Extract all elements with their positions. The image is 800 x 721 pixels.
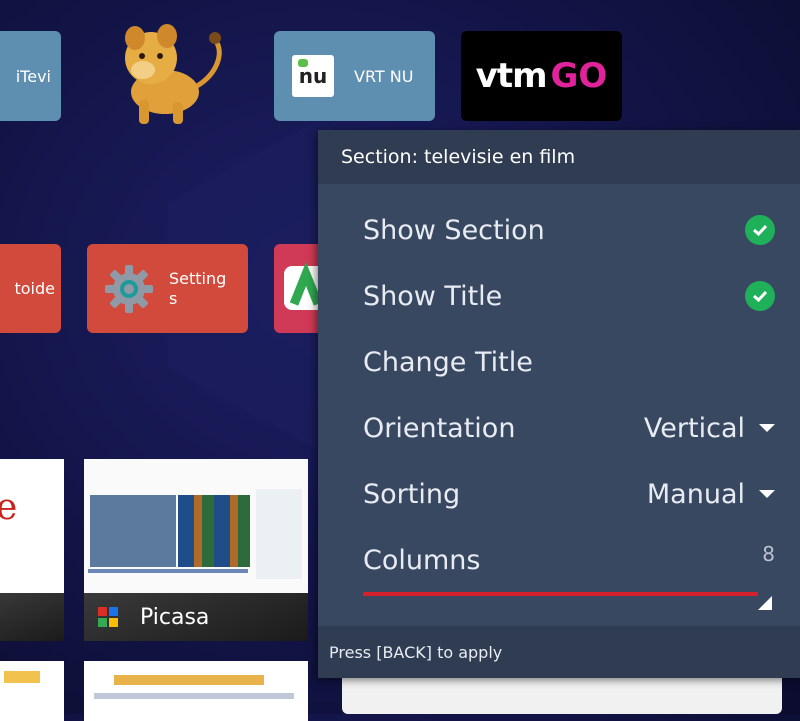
thumb-picasa[interactable]: Picasa	[84, 459, 308, 641]
slider-thumb[interactable]	[758, 596, 772, 610]
columns-value: 8	[762, 542, 775, 566]
tile-mitevi-label: iTevi	[15, 66, 51, 86]
vtm-logo-text: vtm	[475, 56, 548, 96]
row-show-title[interactable]: Show Title	[363, 270, 775, 322]
row-change-title[interactable]: Change Title	[363, 336, 775, 388]
tile-settings-label: Setting s	[169, 268, 227, 308]
lion-cub-icon	[125, 24, 222, 124]
caret-down-icon	[759, 490, 775, 498]
sorting-value: Manual	[646, 478, 745, 510]
tile-lion-king[interactable]	[87, 22, 247, 126]
thumb-google[interactable]: e	[0, 459, 64, 641]
tile-aptoide[interactable]: toide	[0, 244, 61, 333]
caret-down-icon	[759, 424, 775, 432]
thumb-web-1[interactable]	[0, 661, 64, 721]
picasa-logo-icon	[98, 607, 118, 627]
footer-hint: Press [BACK] to apply	[329, 642, 503, 662]
tile-vtm-go[interactable]: vtm GO	[461, 31, 622, 121]
vtm-go-logo-text: GO	[550, 56, 608, 96]
gear-icon	[105, 264, 153, 313]
thumb-web-2[interactable]	[84, 661, 308, 721]
row-show-section[interactable]: Show Section	[363, 204, 775, 256]
panel-title: Section: televisie en film	[341, 146, 576, 168]
panel-header: Section: televisie en film	[318, 130, 800, 184]
sorting-dropdown[interactable]: Manual	[647, 479, 775, 510]
panel-footer: Press [BACK] to apply	[318, 626, 800, 678]
background-card	[342, 678, 782, 714]
columns-slider[interactable]	[363, 590, 772, 610]
tile-settings[interactable]: Setting s	[87, 244, 248, 333]
checkmark-icon[interactable]	[745, 215, 775, 245]
tile-vrt-label: VRT NU	[354, 66, 414, 86]
row-show-title-label: Show Title	[363, 280, 503, 312]
vrt-green-dot-icon	[298, 59, 308, 67]
checkmark-icon[interactable]	[745, 281, 775, 311]
tile-vrt-nu[interactable]: nu VRT NU	[274, 31, 435, 121]
row-orientation-label: Orientation	[363, 412, 516, 444]
picasa-label-bar: Picasa	[84, 593, 308, 641]
orientation-dropdown[interactable]: Vertical	[644, 413, 775, 444]
vrt-nu-logo-text: nu	[298, 64, 328, 88]
slider-track	[363, 592, 758, 596]
google-thumb-bottom	[0, 593, 64, 641]
google-letter: e	[0, 487, 18, 528]
vrt-nu-logo-icon: nu	[292, 55, 334, 97]
orientation-value: Vertical	[643, 412, 745, 444]
row-change-title-label: Change Title	[363, 346, 533, 378]
tile-aptoide-label: toide	[14, 279, 55, 298]
picasa-label: Picasa	[140, 604, 210, 630]
row-columns: Columns 8	[363, 534, 775, 586]
picasa-preview-image	[84, 459, 308, 593]
row-orientation[interactable]: Orientation Vertical	[363, 402, 775, 454]
section-settings-panel: Section: televisie en film Show Section …	[318, 130, 800, 678]
row-columns-label: Columns	[363, 544, 481, 576]
row-sorting-label: Sorting	[363, 478, 461, 510]
tile-mitevi[interactable]: iTevi	[0, 31, 61, 121]
row-sorting[interactable]: Sorting Manual	[363, 468, 775, 520]
row-show-section-label: Show Section	[363, 214, 545, 246]
